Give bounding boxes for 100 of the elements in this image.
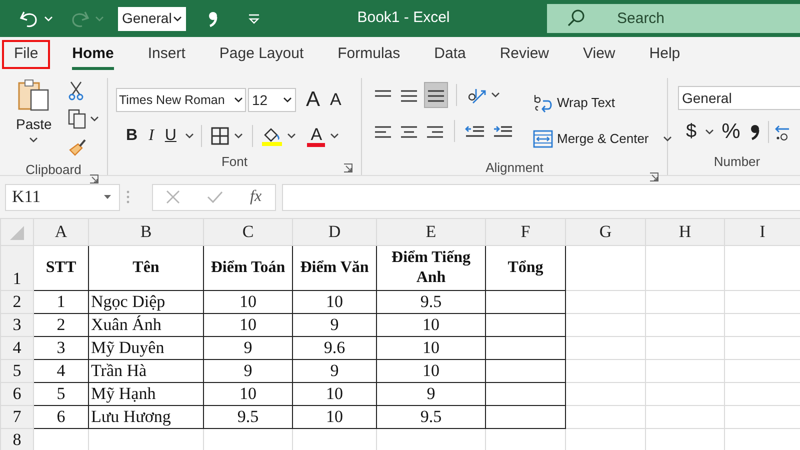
ribbon-tab[interactable]: Insert bbox=[136, 40, 198, 69]
table-cell: 9.5 bbox=[376, 405, 486, 428]
number-format-field[interactable]: General bbox=[678, 86, 800, 110]
dialog-launcher-icon[interactable] bbox=[343, 162, 353, 173]
font-size-dropdown[interactable]: 12 bbox=[248, 88, 296, 112]
merge-cells-icon bbox=[533, 130, 553, 148]
caret-icon[interactable] bbox=[29, 137, 38, 143]
caret-icon[interactable] bbox=[283, 97, 292, 103]
paste-button[interactable]: Paste bbox=[14, 78, 54, 152]
table-cell: Xuân Ánh bbox=[88, 313, 204, 336]
caret-icon[interactable] bbox=[287, 133, 296, 139]
dialog-launcher-icon[interactable] bbox=[89, 174, 99, 184]
caret-icon[interactable] bbox=[234, 133, 244, 139]
dialog-launcher-icon[interactable] bbox=[649, 172, 659, 182]
scissors-icon bbox=[68, 81, 84, 101]
paint-bucket-icon bbox=[262, 126, 282, 146]
table-cell: 9 bbox=[376, 382, 486, 405]
row-header[interactable]: 2 bbox=[0, 290, 34, 313]
wrap-icon bbox=[533, 93, 553, 113]
font-name-dropdown[interactable]: Times New Roman bbox=[116, 88, 246, 112]
bold-button[interactable]: B bbox=[124, 123, 140, 149]
caret-icon[interactable] bbox=[704, 129, 714, 135]
column-header[interactable]: G bbox=[566, 218, 646, 245]
wrap-text-button[interactable]: Wrap Text bbox=[531, 90, 674, 116]
caret-icon[interactable] bbox=[185, 133, 194, 139]
column-header[interactable]: F bbox=[486, 218, 566, 245]
table-cell: Tên bbox=[88, 245, 204, 290]
ribbon-tab[interactable]: Page Layout bbox=[207, 40, 316, 69]
font-color-button[interactable]: A bbox=[305, 123, 342, 149]
row-header[interactable]: 1 bbox=[0, 245, 34, 290]
percent-button[interactable]: % bbox=[720, 119, 742, 145]
window-title: Book1 - Excel bbox=[356, 8, 451, 28]
table-cell: 9.6 bbox=[292, 336, 376, 359]
table-cell: Điểm Tiếng Anh bbox=[376, 245, 486, 290]
comma-style-icon[interactable] bbox=[208, 10, 218, 26]
name-box[interactable]: K11 bbox=[5, 184, 120, 210]
increase-font-button[interactable]: A bbox=[304, 87, 322, 113]
insert-function-button[interactable]: fx bbox=[248, 184, 264, 210]
ribbon-tab[interactable]: File bbox=[2, 40, 50, 69]
column-header[interactable]: C bbox=[204, 218, 292, 245]
decimal-arrow-icon[interactable] bbox=[775, 123, 790, 141]
caret-icon[interactable] bbox=[90, 116, 99, 122]
color-bar-icon bbox=[307, 142, 326, 146]
row-header[interactable]: 7 bbox=[0, 405, 34, 428]
indent-icon bbox=[493, 124, 513, 138]
underline-button[interactable]: U bbox=[162, 123, 178, 149]
table-cell: 10 bbox=[204, 290, 292, 313]
caret-icon[interactable] bbox=[491, 92, 500, 98]
column-header[interactable]: A bbox=[34, 218, 88, 245]
ribbon-tab[interactable]: View bbox=[571, 40, 628, 69]
table-cell: Điểm Văn bbox=[292, 245, 376, 290]
italic-button[interactable]: I bbox=[146, 123, 156, 149]
ribbon-tab[interactable]: Review bbox=[488, 40, 562, 69]
caret-icon[interactable] bbox=[662, 136, 672, 142]
caret-icon[interactable] bbox=[330, 133, 340, 139]
paintbrush-icon bbox=[68, 138, 88, 156]
table-cell: 1 bbox=[34, 290, 88, 313]
table-cell: 3 bbox=[34, 336, 88, 359]
ribbon-tab[interactable]: Formulas bbox=[326, 40, 412, 69]
column-header[interactable]: D bbox=[292, 218, 376, 245]
table-cell: 10 bbox=[292, 382, 376, 405]
column-header[interactable]: H bbox=[646, 218, 724, 245]
table-cell: Mỹ Hạnh bbox=[88, 382, 204, 405]
row-header[interactable]: 8 bbox=[0, 428, 34, 450]
row-header[interactable]: 4 bbox=[0, 336, 34, 359]
align-lines-icon bbox=[427, 88, 445, 102]
align-lines-icon bbox=[426, 124, 444, 138]
table-cell: 9 bbox=[292, 359, 376, 382]
group-label: Clipboard bbox=[26, 161, 82, 179]
ribbon-tab[interactable]: Home bbox=[60, 40, 126, 69]
table-cell: 10 bbox=[204, 313, 292, 336]
column-header[interactable]: I bbox=[724, 218, 800, 245]
column-header[interactable]: B bbox=[88, 218, 204, 245]
table-cell: 10 bbox=[204, 382, 292, 405]
ribbon-tab[interactable]: Data bbox=[422, 40, 478, 69]
group-label: Font bbox=[221, 153, 248, 172]
decrease-font-button[interactable]: A bbox=[328, 87, 344, 113]
row-header[interactable]: 5 bbox=[0, 359, 34, 382]
currency-button[interactable]: $ bbox=[684, 119, 699, 145]
merge-center-button[interactable]: Merge & Center bbox=[531, 126, 674, 152]
search-field[interactable]: Search bbox=[547, 4, 800, 33]
align-lines-icon bbox=[400, 124, 418, 138]
column-header[interactable]: E bbox=[376, 218, 486, 245]
outdent-icon bbox=[465, 124, 485, 138]
drag-handle-icon[interactable] bbox=[126, 189, 130, 205]
row-header[interactable]: 6 bbox=[0, 382, 34, 405]
table-cell: Trần Hà bbox=[88, 359, 204, 382]
caret-icon[interactable] bbox=[234, 97, 243, 103]
align-lines-icon bbox=[374, 124, 392, 138]
row-header[interactable]: 3 bbox=[0, 313, 34, 336]
clipboard-icon bbox=[16, 78, 51, 112]
table-cell: 6 bbox=[34, 405, 88, 428]
table-cell: STT bbox=[34, 245, 88, 290]
caret-icon[interactable] bbox=[173, 16, 182, 22]
formula-field[interactable] bbox=[282, 184, 800, 210]
customize-toolbar-icon[interactable] bbox=[248, 12, 260, 24]
number-format-dropdown[interactable]: General bbox=[118, 6, 186, 30]
table-cell: Ngọc Diệp bbox=[88, 290, 204, 313]
ribbon-tab[interactable]: Help bbox=[637, 40, 692, 69]
bottom-align-button[interactable] bbox=[424, 82, 448, 108]
